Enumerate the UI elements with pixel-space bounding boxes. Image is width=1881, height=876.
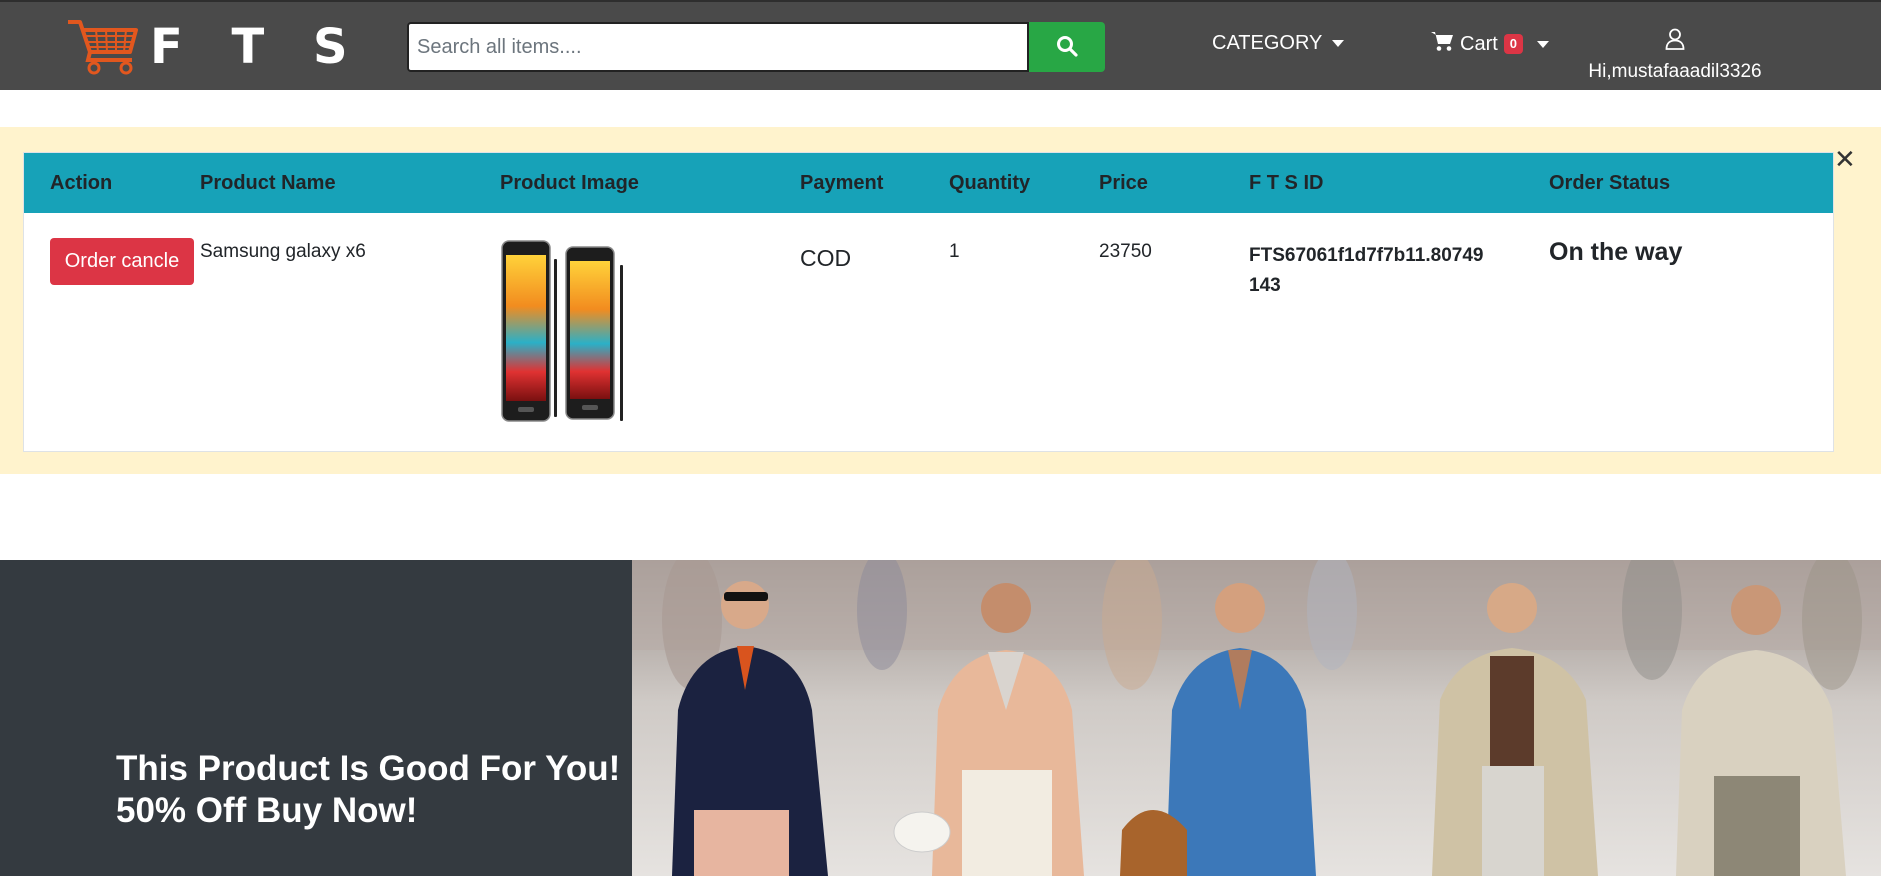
cart-dropdown[interactable]: Cart 0 bbox=[1430, 30, 1550, 58]
product-name: Samsung galaxy x6 bbox=[200, 241, 366, 262]
product-image bbox=[500, 239, 630, 431]
promo-line-2: 50% Off Buy Now! bbox=[116, 791, 418, 830]
price-value: 23750 bbox=[1099, 241, 1152, 262]
cart-count-badge: 0 bbox=[1503, 34, 1524, 54]
order-cancel-button[interactable]: Order cancle bbox=[50, 238, 194, 285]
search-input[interactable] bbox=[407, 22, 1029, 72]
fts-id-line-1: FTS67061f1d7f7b11.80749 bbox=[1249, 245, 1484, 266]
user-greeting: Hi,mustafaaadil3326 bbox=[1588, 61, 1762, 82]
close-icon[interactable]: ✕ bbox=[1834, 146, 1856, 172]
header-order-status: Order Status bbox=[1549, 172, 1671, 194]
promo-banner-text: This Product Is Good For You! 50% Off Bu… bbox=[116, 748, 620, 832]
table-row: Order cancle Samsung galaxy x6 COD 1 237… bbox=[24, 213, 1833, 451]
user-icon bbox=[1665, 28, 1685, 54]
header-payment: Payment bbox=[800, 172, 884, 194]
order-status: On the way bbox=[1549, 238, 1683, 266]
category-label: CATEGORY bbox=[1212, 32, 1323, 54]
search-bar bbox=[407, 22, 1105, 72]
promo-banner-image bbox=[632, 560, 1881, 876]
header-product-name: Product Name bbox=[200, 172, 336, 194]
cart-label: Cart bbox=[1460, 32, 1498, 55]
chevron-down-icon bbox=[1537, 40, 1550, 48]
quantity-value: 1 bbox=[949, 241, 960, 262]
navbar: F T S CATEGORY Cart 0 bbox=[0, 0, 1881, 90]
search-icon bbox=[1056, 35, 1078, 60]
header-price: Price bbox=[1099, 172, 1148, 194]
header-fts-id: F T S ID bbox=[1249, 172, 1324, 194]
header-product-image: Product Image bbox=[500, 172, 639, 194]
user-menu[interactable]: Hi,mustafaaadil3326 bbox=[1585, 28, 1765, 83]
fts-id-line-2: 143 bbox=[1249, 275, 1281, 296]
table-header: Action Product Name Product Image Paymen… bbox=[24, 153, 1833, 213]
payment-method: COD bbox=[800, 245, 852, 271]
chevron-down-icon bbox=[1332, 40, 1345, 47]
promo-line-1: This Product Is Good For You! bbox=[116, 749, 621, 788]
brand-name: F T S bbox=[150, 19, 364, 75]
category-dropdown[interactable]: CATEGORY bbox=[1212, 32, 1345, 55]
cart-icon bbox=[1430, 30, 1454, 58]
search-button[interactable] bbox=[1029, 22, 1105, 72]
header-action: Action bbox=[50, 172, 113, 194]
brand[interactable]: F T S bbox=[64, 16, 364, 78]
shopping-cart-logo-icon bbox=[64, 14, 142, 81]
order-table: Action Product Name Product Image Paymen… bbox=[23, 152, 1834, 452]
header-quantity: Quantity bbox=[949, 172, 1031, 194]
fts-id-value: FTS67061f1d7f7b11.80749 143 bbox=[1249, 241, 1484, 301]
